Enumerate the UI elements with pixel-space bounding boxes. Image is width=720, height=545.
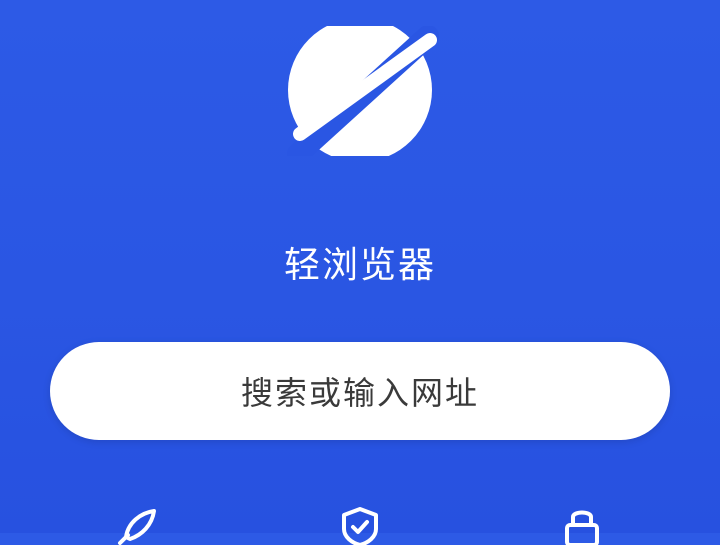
browser-home: 轻浏览器 搜索或输入网址 [0, 0, 720, 545]
app-title: 轻浏览器 [283, 245, 436, 286]
quick-actions [0, 505, 720, 545]
rocket-icon[interactable] [112, 505, 160, 545]
planet-icon [270, 18, 450, 165]
search-placeholder: 搜索或输入网址 [240, 374, 479, 412]
lock-icon[interactable] [558, 505, 606, 545]
search-input[interactable]: 搜索或输入网址 [50, 342, 670, 440]
shield-check-icon[interactable] [336, 505, 384, 545]
